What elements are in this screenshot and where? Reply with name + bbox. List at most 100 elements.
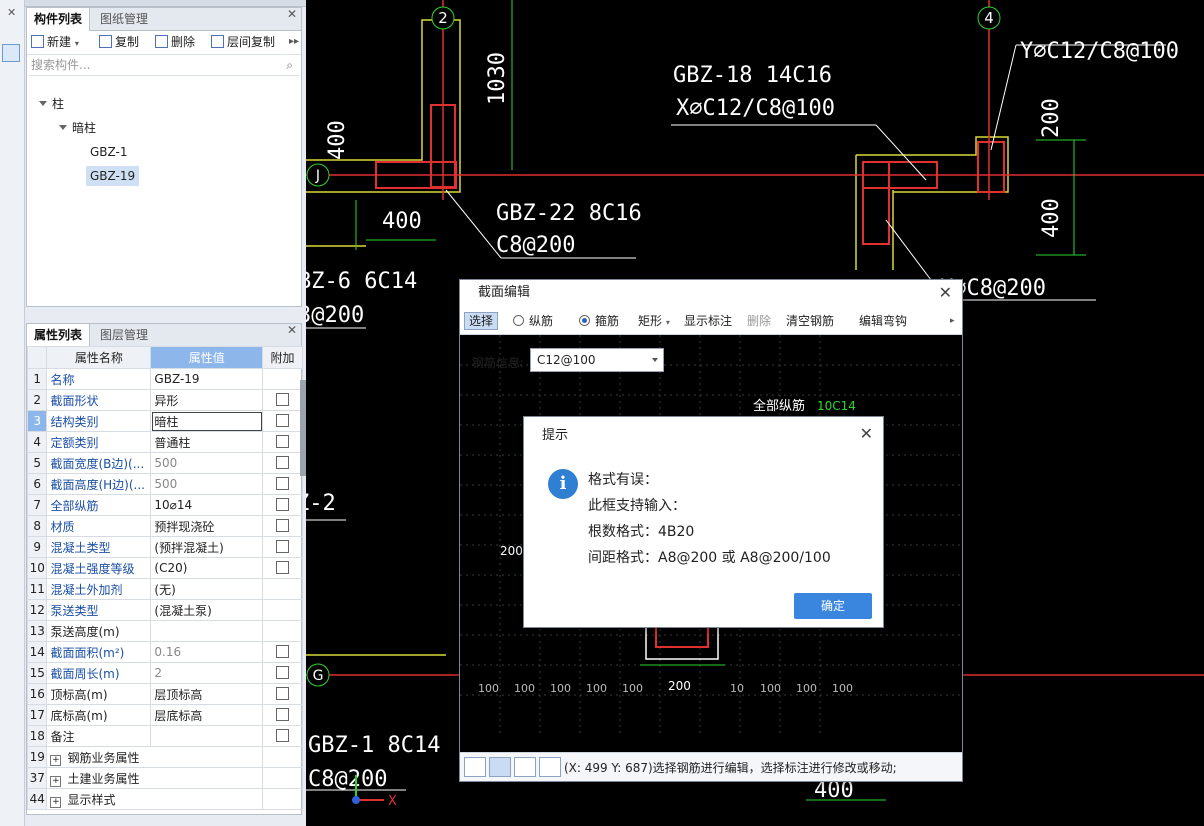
extra-checkbox[interactable]	[276, 518, 290, 532]
property-value-editor[interactable]: 暗柱	[150, 410, 264, 432]
perpendicular-icon[interactable]	[514, 757, 536, 777]
property-value[interactable]: (预拌混凝土)	[150, 536, 264, 558]
close-icon[interactable]: ✕	[939, 283, 952, 302]
property-row[interactable]: 12 泵送类型 (混凝土泵)	[26, 599, 303, 621]
property-value[interactable]: 普通柱	[150, 431, 264, 453]
property-group-row[interactable]: 37 + 土建业务属性	[26, 767, 303, 789]
extra-checkbox[interactable]	[276, 455, 290, 469]
property-row[interactable]: 17 底标高(m) 层底标高	[26, 704, 303, 726]
extra-checkbox[interactable]	[276, 686, 290, 700]
property-group-row[interactable]: 44 + 显示样式	[26, 788, 303, 810]
property-row[interactable]: 16 顶标高(m) 层顶标高	[26, 683, 303, 705]
property-row[interactable]: 15 截面周长(m) 2	[26, 662, 303, 684]
property-value[interactable]: 异形	[150, 389, 264, 411]
property-value[interactable]	[150, 620, 264, 642]
edit-hook-button[interactable]: 编辑弯钩	[859, 313, 907, 329]
expand-plus-icon[interactable]: +	[50, 796, 62, 808]
extra-checkbox[interactable]	[276, 665, 290, 679]
property-value[interactable]: 层底标高	[150, 704, 264, 726]
property-row[interactable]: 9 混凝土类型 (预拌混凝土)	[26, 536, 303, 558]
new-button[interactable]: 新建 ▾	[31, 34, 79, 50]
property-group-row[interactable]: 19 + 钢筋业务属性	[26, 746, 303, 768]
property-value[interactable]: (无)	[150, 578, 264, 600]
select-button[interactable]: 选择	[464, 312, 499, 330]
property-value[interactable]: 2	[150, 662, 264, 684]
property-row[interactable]: 5 截面宽度(B边)(... 500	[26, 452, 303, 474]
copy-button[interactable]: 复制	[99, 34, 139, 50]
tree-node-hidden-column[interactable]: 暗柱	[59, 118, 96, 138]
property-row[interactable]: 2 截面形状 异形	[26, 389, 303, 411]
close-icon[interactable]: ✕	[287, 7, 297, 21]
line-draw-icon[interactable]	[489, 757, 511, 777]
delete-button[interactable]: 删除	[155, 34, 195, 50]
tree-node-column[interactable]: 柱	[39, 94, 64, 114]
property-value[interactable]: 预拌现浇砼	[150, 515, 264, 537]
extra-checkbox[interactable]	[276, 413, 290, 427]
add-dimension-icon[interactable]	[539, 757, 561, 777]
extra-checkbox[interactable]	[276, 434, 290, 448]
extra-checkbox[interactable]	[276, 644, 290, 658]
property-value[interactable]: 10⌀14	[150, 494, 264, 516]
tab-drawing-management[interactable]: 图纸管理	[93, 8, 155, 30]
more-icon[interactable]: ▸▸	[289, 34, 299, 50]
property-row[interactable]: 11 混凝土外加剂 (无)	[26, 578, 303, 600]
chevron-down-icon[interactable]	[652, 358, 658, 362]
expand-icon[interactable]	[59, 125, 67, 130]
extra-checkbox[interactable]	[276, 392, 290, 406]
extra-checkbox[interactable]	[276, 497, 290, 511]
tree-item-gbz-1[interactable]: GBZ-1	[90, 142, 128, 162]
tab-layer-management[interactable]: 图层管理	[93, 324, 155, 346]
tree-item-gbz-19[interactable]: GBZ-19	[86, 166, 140, 186]
property-value[interactable]: GBZ-19	[150, 368, 264, 390]
extra-checkbox[interactable]	[276, 539, 290, 553]
property-value[interactable]: (混凝土泵)	[150, 599, 264, 621]
extra-checkbox[interactable]	[276, 476, 290, 490]
property-row[interactable]: 13 泵送高度(m)	[26, 620, 303, 642]
extra-checkbox[interactable]	[276, 707, 290, 721]
clear-rebar-button[interactable]: 清空钢筋	[786, 313, 834, 329]
all-longitudinal-value[interactable]: 10C14	[817, 399, 856, 413]
property-row[interactable]: 3 结构类别 暗柱	[26, 410, 303, 432]
rebar-info-combobox[interactable]: C12@100	[530, 348, 664, 372]
expand-icon[interactable]	[39, 101, 47, 106]
property-value[interactable]: 0.16	[150, 641, 264, 663]
property-value[interactable]: 500	[150, 452, 264, 474]
component-search-input[interactable]: 搜索构件... ⌕	[29, 55, 299, 76]
tab-component-list[interactable]: 构件列表	[27, 8, 91, 31]
search-icon[interactable]: ⌕	[286, 55, 293, 75]
expand-plus-icon[interactable]: +	[50, 754, 62, 766]
extra-checkbox[interactable]	[276, 560, 290, 574]
extra-checkbox[interactable]	[276, 728, 290, 742]
property-row[interactable]: 4 定额类别 普通柱	[26, 431, 303, 453]
property-value[interactable]: (C20)	[150, 557, 264, 579]
property-value[interactable]	[150, 725, 264, 747]
floor-copy-button[interactable]: 层间复制	[211, 34, 275, 50]
property-row[interactable]: 18 备注	[26, 725, 303, 747]
show-dimension-button[interactable]: 显示标注	[684, 313, 732, 329]
dim-1030: 1030	[485, 52, 510, 105]
row-number: 19	[26, 746, 48, 768]
delete-button[interactable]: 删除	[747, 313, 771, 329]
longitudinal-radio[interactable]: 纵筋	[513, 313, 553, 329]
component-list-toggle-icon[interactable]	[2, 44, 20, 62]
property-row[interactable]: 8 材质 预拌现浇砼	[26, 515, 303, 537]
more-icon[interactable]: ▸	[950, 313, 955, 329]
property-row[interactable]: 6 截面高度(H边)(... 500	[26, 473, 303, 495]
stirrup-radio[interactable]: 箍筋	[579, 313, 619, 329]
dim-200-bottom[interactable]: 200	[668, 679, 691, 693]
rect-dropdown[interactable]: 矩形 ▾	[638, 313, 670, 329]
property-row[interactable]: 7 全部纵筋 10⌀14	[26, 494, 303, 516]
close-icon[interactable]: ✕	[860, 424, 873, 443]
dim-200-left[interactable]: 200	[500, 544, 523, 558]
property-value[interactable]: 500	[150, 473, 264, 495]
tab-property-list[interactable]: 属性列表	[27, 324, 91, 347]
expand-plus-icon[interactable]: +	[50, 775, 62, 787]
property-row[interactable]: 1 名称 GBZ-19	[26, 368, 303, 390]
ok-button[interactable]: 确定	[794, 593, 872, 619]
close-icon[interactable]: ✕	[287, 323, 297, 337]
property-row[interactable]: 10 混凝土强度等级 (C20)	[26, 557, 303, 579]
property-row[interactable]: 14 截面面积(m²) 0.16	[26, 641, 303, 663]
ortho-icon[interactable]	[464, 757, 486, 777]
property-value[interactable]: 层顶标高	[150, 683, 264, 705]
close-icon[interactable]: ✕	[7, 6, 16, 19]
